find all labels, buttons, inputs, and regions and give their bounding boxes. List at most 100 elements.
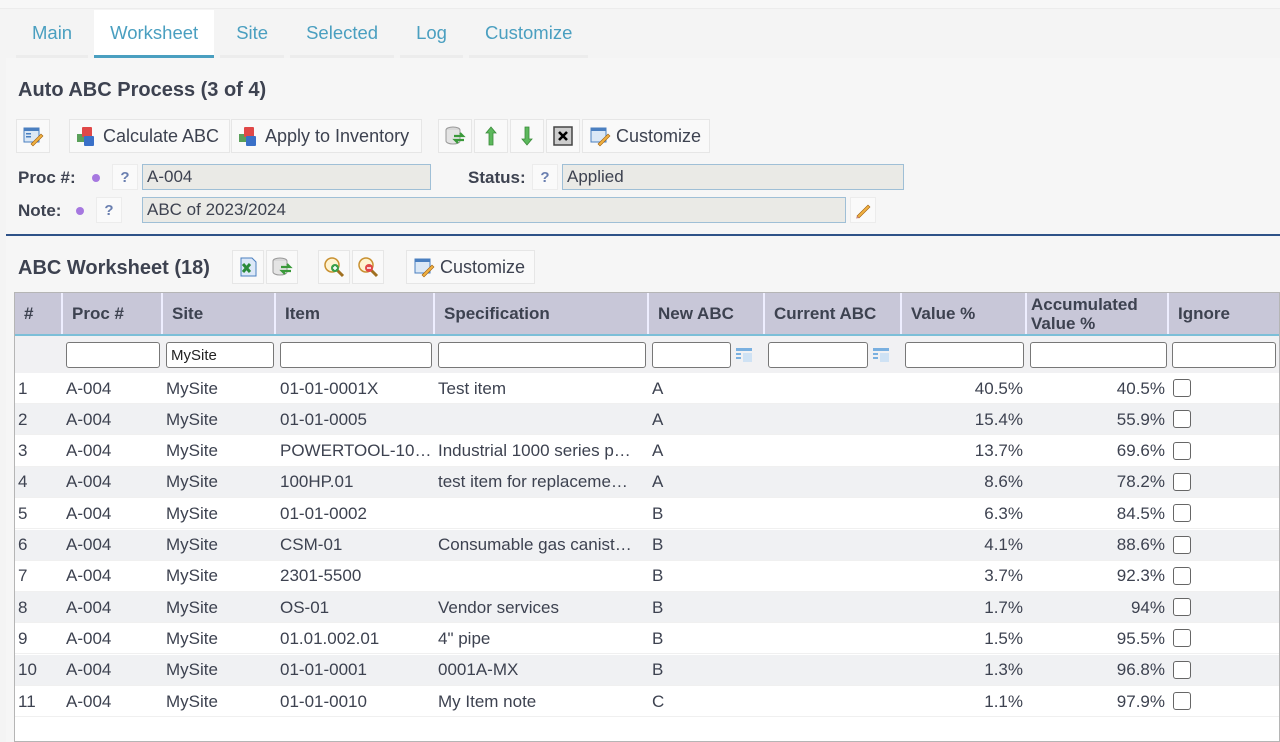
apply-to-inventory-button[interactable]: Apply to Inventory [231,119,422,153]
database-refresh-icon [444,125,466,147]
proc-number-field[interactable] [142,164,431,190]
table-row[interactable]: 7 A-004 MySite 2301-5500 B 3.7% 92.3% [15,561,1279,592]
column-header-specification[interactable]: Specification [433,293,647,334]
form-edit-icon [589,125,611,147]
cubes-icon [238,125,260,147]
column-header-item[interactable]: Item [274,293,433,334]
required-dot [76,207,84,215]
table-row[interactable]: 5 A-004 MySite 01-01-0002 B 6.3% 84.5% [15,498,1279,530]
filter-new-abc-input[interactable] [652,342,731,368]
refresh-grid-button[interactable] [266,250,298,284]
ignore-checkbox[interactable] [1173,379,1191,397]
ignore-checkbox[interactable] [1173,598,1191,617]
cell-item: 01-01-0001X [280,378,379,398]
proc-label: Proc #: [18,168,76,187]
filter-site-input[interactable] [166,342,274,368]
status-field[interactable] [562,164,904,190]
form-edit-icon [22,125,44,147]
export-excel-button[interactable] [232,250,264,284]
cell-specification: Industrial 1000 series p… [438,441,631,461]
cell-new-abc: B [652,628,664,648]
column-header-value-pct[interactable]: Value % [900,293,1025,334]
cell-current-abc [768,561,898,592]
cell-accumulated-value-pct: 95.5% [1116,628,1165,648]
edit-form-button[interactable] [16,119,50,153]
cell-value-pct: 3.7% [984,566,1023,586]
tab-main[interactable]: Main [16,10,89,58]
column-header-site[interactable]: Site [161,293,274,334]
column-header-new-abc[interactable]: New ABC [647,293,763,334]
ignore-checkbox[interactable] [1173,535,1191,554]
zoom-in-button[interactable] [318,250,350,284]
cell-item: 2301-5500 [280,566,362,586]
filter-proc-input[interactable] [66,342,160,368]
zoom-out-button[interactable] [352,250,384,284]
grid-customize-button[interactable]: Customize [406,250,535,284]
ignore-checkbox[interactable] [1173,629,1191,648]
ignore-checkbox[interactable] [1173,410,1191,429]
move-down-button[interactable] [510,119,544,153]
table-row[interactable]: 11 A-004 MySite 01-01-0010 My Item note C 1.1%… [15,686,1279,717]
column-header-current-abc[interactable]: Current ABC [763,293,900,334]
list-picker-icon[interactable] [736,348,752,362]
help-button[interactable]: ? [96,197,122,223]
table-row[interactable]: 10 A-004 MySite 01-01-0001 0001A-MX B 1.3% 96.8… [15,654,1279,686]
tab-customize[interactable]: Customize [468,10,589,58]
close-button[interactable] [546,119,580,153]
filter-ignore-input[interactable] [1172,342,1276,368]
top-strip [0,0,1280,9]
filter-row [15,336,1279,373]
ignore-checkbox[interactable] [1173,504,1191,523]
cell-site: MySite [166,691,218,711]
status-label: Status: [468,168,526,187]
ignore-checkbox[interactable] [1173,660,1191,679]
edit-note-button[interactable] [850,197,876,223]
column-header-accumulated-value-pct[interactable]: Accumulated Value % [1025,293,1167,334]
column-header-ignore[interactable]: Ignore [1167,293,1279,334]
move-up-button[interactable] [474,119,508,153]
ignore-checkbox[interactable] [1173,441,1191,460]
tab-worksheet[interactable]: Worksheet [94,10,215,58]
cell-proc: A-004 [66,441,112,461]
column-header-row-number[interactable]: # [15,293,61,334]
table-row[interactable]: 1 A-004 MySite 01-01-0001X Test item A 40.5% 40… [15,373,1279,404]
filter-specification-input[interactable] [438,342,646,368]
tab-site[interactable]: Site [220,10,285,58]
filter-value-pct-input[interactable] [905,342,1024,368]
customize-button[interactable]: Customize [582,119,710,153]
close-box-icon [552,125,574,147]
excel-export-icon [237,256,259,278]
ignore-checkbox[interactable] [1173,472,1191,491]
cell-site: MySite [166,660,218,680]
filter-accumulated-value-pct-input[interactable] [1030,342,1167,368]
filter-item-input[interactable] [280,342,432,368]
arrow-down-icon [516,125,538,147]
filter-current-abc-input[interactable] [768,342,868,368]
cell-row-number: 1 [18,378,28,398]
table-row[interactable]: 4 A-004 MySite 100HP.01 test item for replac… [15,466,1279,498]
table-row[interactable]: 2 A-004 MySite 01-01-0005 A 15.4% 55.9% [15,404,1279,436]
column-header-proc[interactable]: Proc # [61,293,161,334]
required-dot [92,174,100,182]
cell-item: POWERTOOL-10… [280,441,432,461]
table-row[interactable]: 3 A-004 MySite POWERTOOL-10… Industrial 1000… [15,436,1279,467]
refresh-button[interactable] [438,119,472,153]
cell-row-number: 10 [18,660,37,680]
help-button[interactable]: ? [532,164,558,190]
note-field[interactable] [142,197,846,223]
ignore-checkbox[interactable] [1173,692,1191,710]
table-row[interactable]: 8 A-004 MySite OS-01 Vendor services B 1.7% 94% [15,592,1279,624]
tab-selected[interactable]: Selected [290,10,395,58]
ignore-checkbox[interactable] [1173,566,1191,585]
list-picker-icon[interactable] [873,348,889,362]
cell-specification: 4" pipe [438,628,491,648]
tab-log[interactable]: Log [400,10,463,58]
cell-new-abc: B [652,597,664,617]
cell-value-pct: 6.3% [984,503,1023,523]
table-row[interactable]: 6 A-004 MySite CSM-01 Consumable gas canist…… [15,529,1279,561]
help-button[interactable]: ? [112,164,138,190]
calculate-abc-button[interactable]: Calculate ABC [69,119,230,153]
table-row[interactable]: 9 A-004 MySite 01.01.002.01 4" pipe B 1.5% 95.5… [15,623,1279,655]
cell-new-abc: A [652,378,664,398]
cell-site: MySite [166,628,218,648]
